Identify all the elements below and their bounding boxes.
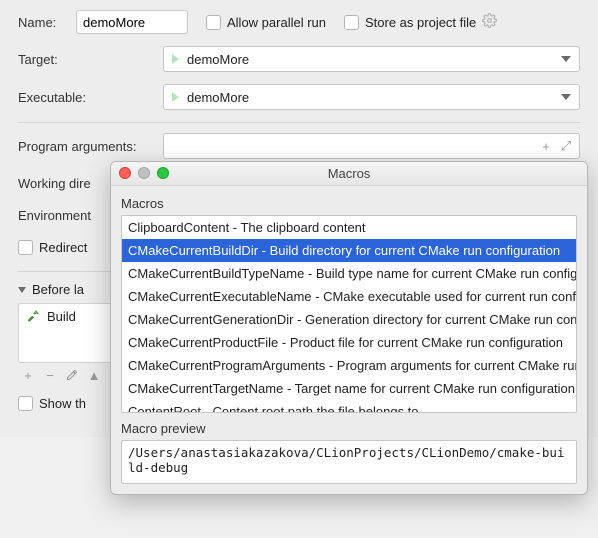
macro-preview-label: Macro preview [121,421,577,436]
chevron-down-icon [561,94,571,100]
chevron-down-icon [561,56,571,62]
plus-icon[interactable]: + [537,137,555,155]
remove-task-button[interactable]: − [40,365,60,385]
hammer-icon [27,308,41,325]
executable-label: Executable: [18,90,163,105]
add-task-button[interactable]: + [18,365,38,385]
play-icon [172,54,179,64]
store-project-label: Store as project file [365,15,476,30]
divider [18,122,580,123]
target-dropdown[interactable]: demoMore [163,46,580,72]
edit-task-button[interactable] [62,365,82,385]
program-args-input[interactable]: + ⤢ [163,133,580,159]
show-checkbox[interactable]: Show th [18,396,86,411]
minimize-icon[interactable] [138,167,150,179]
move-up-button[interactable]: ▲ [84,365,104,385]
store-project-checkbox[interactable]: Store as project file [344,15,476,30]
redirect-label: Redirect [39,240,87,255]
redirect-checkbox[interactable]: Redirect [18,240,87,255]
checkbox-icon [18,396,33,411]
macro-list-item[interactable]: CMakeCurrentTargetName - Target name for… [122,377,576,400]
name-input[interactable] [76,10,188,34]
dialog-title: Macros [328,166,371,181]
executable-dropdown[interactable]: demoMore [163,84,580,110]
macros-dialog: Macros Macros ClipboardContent - The cli… [110,161,588,495]
allow-parallel-label: Allow parallel run [227,15,326,30]
target-label: Target: [18,52,163,67]
target-value: demoMore [187,52,249,67]
macro-list-item[interactable]: CMakeCurrentProgramArguments - Program a… [122,354,576,377]
macro-list-item[interactable]: CMakeCurrentBuildTypeName - Build type n… [122,262,576,285]
checkbox-icon [344,15,359,30]
macro-list-item[interactable]: ContentRoot - Content root path the file… [122,400,576,413]
gear-icon[interactable] [482,13,497,31]
dialog-titlebar[interactable]: Macros [111,162,587,186]
executable-value: demoMore [187,90,249,105]
task-label: Build [47,309,76,324]
checkbox-icon [18,240,33,255]
close-icon[interactable] [119,167,131,179]
show-label: Show th [39,396,86,411]
play-icon [172,92,179,102]
macro-preview-value: /Users/anastasiakazakova/CLionProjects/C… [121,440,577,484]
allow-parallel-checkbox[interactable]: Allow parallel run [206,15,326,30]
program-args-label: Program arguments: [18,139,163,154]
macros-list[interactable]: ClipboardContent - The clipboard content… [121,215,577,413]
name-label: Name: [18,15,76,30]
zoom-icon[interactable] [157,167,169,179]
macro-list-item[interactable]: CMakeCurrentProductFile - Product file f… [122,331,576,354]
before-launch-label: Before la [32,282,84,297]
macro-list-item[interactable]: ClipboardContent - The clipboard content [122,216,576,239]
expand-icon[interactable]: ⤢ [557,137,575,155]
macro-list-item[interactable]: CMakeCurrentBuildDir - Build directory f… [122,239,576,262]
macro-list-item[interactable]: CMakeCurrentGenerationDir - Generation d… [122,308,576,331]
checkbox-icon [206,15,221,30]
chevron-down-icon [18,287,26,293]
macros-list-label: Macros [121,196,577,211]
macro-list-item[interactable]: CMakeCurrentExecutableName - CMake execu… [122,285,576,308]
